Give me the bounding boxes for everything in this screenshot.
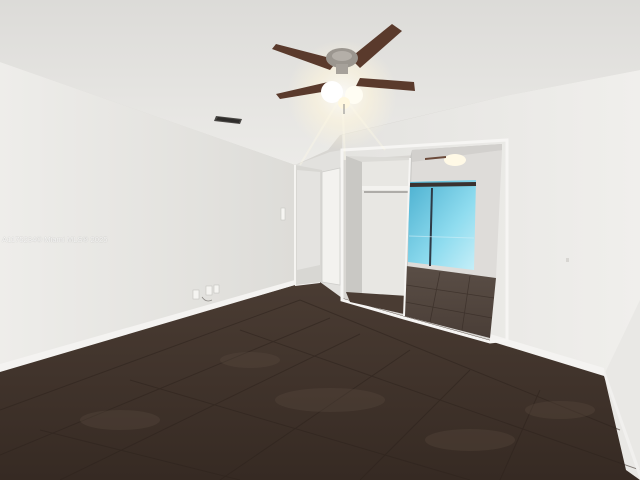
closet-side-wall: [346, 156, 362, 300]
mirror-reflected-window: [408, 180, 476, 270]
room-photo: A1175234© Miami MLS® 2025: [0, 0, 640, 480]
open-door: [321, 167, 341, 286]
closet-shelf: [362, 186, 410, 190]
mirror-reflected-light-fixture: [444, 154, 466, 166]
mls-watermark: A1175234© Miami MLS® 2025: [2, 235, 108, 244]
closet-back-wall: [362, 160, 410, 300]
light-switch-icon: [280, 207, 286, 221]
window-frame-top: [408, 182, 477, 187]
wall-mark: [566, 258, 569, 262]
hallway-far-wall: [297, 170, 320, 270]
